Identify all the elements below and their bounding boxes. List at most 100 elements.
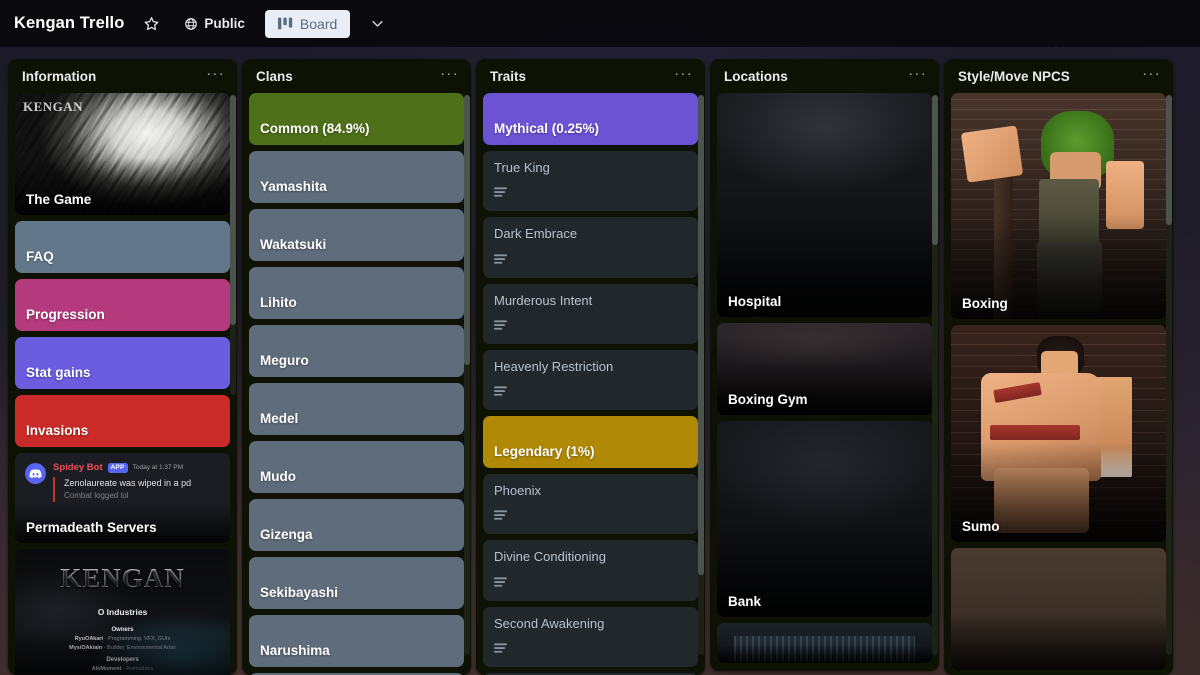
card-cover-image: KENGAN O Industries Owners RyuOAkari - Prog… (15, 549, 230, 675)
card[interactable]: Progression (15, 279, 230, 331)
card-title: Boxing (962, 296, 1008, 311)
card-title: Mythical (0.25%) (494, 121, 600, 136)
card-title: Boxing Gym (728, 392, 808, 407)
list-column: Information ··· KENGAN The Game FAQ Progressi… (8, 59, 237, 675)
visibility-label: Public (204, 16, 245, 31)
scrollbar-thumb[interactable] (464, 95, 470, 365)
npc-art-part (1039, 178, 1100, 252)
card-title: Second Awakening (494, 615, 605, 631)
card[interactable]: Wakatsuki (249, 209, 464, 261)
card[interactable]: Yamashita (249, 151, 464, 203)
card-title: Invasions (26, 423, 89, 438)
npc-art-part (1037, 242, 1102, 319)
card[interactable]: Boxing Gym (717, 323, 932, 415)
list-title[interactable]: Locations (724, 69, 788, 84)
card[interactable]: Phoenix (483, 474, 698, 535)
card[interactable]: Second Awakening (483, 606, 698, 667)
credits-heading: Owners (111, 627, 134, 633)
credits-role: - Animations (122, 666, 154, 672)
scrollbar-thumb[interactable] (698, 95, 704, 575)
list-header: Clans ··· (242, 59, 471, 93)
list-menu-icon[interactable]: ··· (204, 66, 227, 83)
discord-quote: Zenolaureate was wiped in a pd Combat log… (53, 476, 220, 502)
credits-block: DevelopersAleMoment - AnimationsTheHouls… (15, 657, 230, 675)
description-icon (494, 318, 687, 336)
list-title[interactable]: Style/Move NPCS (958, 69, 1070, 84)
card-title: True King (494, 160, 550, 175)
card-cover-image (717, 93, 932, 317)
card[interactable]: Stat gains (15, 337, 230, 389)
list-title[interactable]: Information (22, 69, 96, 84)
list-scrollbar[interactable] (464, 95, 470, 655)
credits-line: RyuOAkari - Programming, VFX, GUIs (15, 635, 230, 644)
list-menu-icon[interactable]: ··· (672, 66, 695, 83)
list-menu-icon[interactable]: ··· (1140, 66, 1163, 83)
card[interactable]: Sumo (951, 325, 1166, 542)
card-title: Narushima (260, 643, 330, 658)
list-scrollbar[interactable] (1166, 95, 1172, 655)
scrollbar-thumb[interactable] (932, 95, 938, 245)
credits-line: AleMoment - Animations (15, 665, 230, 674)
list-scrollbar[interactable] (230, 95, 236, 395)
card[interactable]: Sekibayashi (249, 557, 464, 609)
chevron-down-icon[interactable] (364, 11, 390, 37)
card[interactable]: Divine Conditioning (483, 540, 698, 601)
scrollbar-thumb[interactable] (1166, 95, 1172, 225)
card-title: Meguro (260, 353, 309, 368)
card-title: Permadeath Servers (26, 520, 157, 535)
card[interactable]: True King (483, 151, 698, 212)
card[interactable] (717, 623, 932, 663)
scrollbar-thumb[interactable] (230, 95, 236, 325)
list-header: Traits ··· (476, 59, 705, 93)
description-icon (494, 508, 687, 526)
card[interactable]: Mythical (0.25%) (483, 93, 698, 145)
card[interactable]: Spidey Bot APP Today at 1:37 PM Zenolaureat… (15, 453, 230, 543)
card[interactable]: FAQ (15, 221, 230, 273)
card[interactable]: Hospital (717, 93, 932, 317)
board-canvas: Information ··· KENGAN The Game FAQ Progressi… (0, 47, 1200, 675)
card[interactable]: Meguro (249, 325, 464, 377)
visibility-button[interactable]: Public (178, 12, 251, 35)
card[interactable]: Invasions (15, 395, 230, 447)
card[interactable]: Medel (249, 383, 464, 435)
card-list: Common (84.9%) Yamashita Wakatsuki Lihito Me… (242, 93, 471, 675)
credits-name: AleMoment (91, 666, 123, 672)
credits-line: MysiOAkiain - Builder, Environmental Art… (15, 644, 230, 653)
card[interactable]: Boxing (951, 93, 1166, 319)
card[interactable]: Legendary (1%) (483, 416, 698, 468)
card[interactable]: Narushima (249, 615, 464, 667)
list-title[interactable]: Traits (490, 69, 526, 84)
card[interactable]: KENGAN The Game (15, 93, 230, 215)
list-scrollbar[interactable] (698, 95, 704, 655)
credits-name: RyuOAkari (74, 636, 105, 642)
list-menu-icon[interactable]: ··· (906, 66, 929, 83)
credits-heading: Developers (106, 657, 139, 663)
card-title: The Game (26, 192, 92, 207)
list-menu-icon[interactable]: ··· (438, 66, 461, 83)
card-list: KENGAN The Game FAQ Progression Stat gains In… (8, 93, 237, 675)
card[interactable] (951, 548, 1166, 670)
list-header: Information ··· (8, 59, 237, 93)
card[interactable]: Heavenly Restriction (483, 349, 698, 410)
description-icon (494, 185, 687, 203)
star-icon[interactable] (138, 11, 164, 37)
card[interactable]: Dark Embrace (483, 217, 698, 278)
card[interactable]: Mudo (249, 441, 464, 493)
card-title: Stat gains (26, 365, 91, 380)
card[interactable]: Bank (717, 421, 932, 617)
message-timestamp: Today at 1:37 PM (132, 463, 184, 471)
list-title[interactable]: Clans (256, 69, 293, 84)
card[interactable]: KENGAN O Industries Owners RyuOAkari - Prog… (15, 549, 230, 675)
card[interactable]: Gizenga (249, 499, 464, 551)
card[interactable]: Lihito (249, 267, 464, 319)
list-column: Traits ··· Mythical (0.25%) True King Dark E… (476, 59, 705, 675)
discord-icon (25, 463, 46, 484)
card-title: Divine Conditioning (494, 549, 607, 565)
card[interactable]: Murderous Intent (483, 283, 698, 344)
credits-subtitle: O Industries (97, 607, 148, 617)
card-title: Murderous Intent (494, 292, 593, 308)
card-title: Wakatsuki (260, 237, 327, 252)
board-view-button[interactable]: Board (264, 9, 351, 38)
card[interactable]: Common (84.9%) (249, 93, 464, 145)
list-scrollbar[interactable] (932, 95, 938, 655)
